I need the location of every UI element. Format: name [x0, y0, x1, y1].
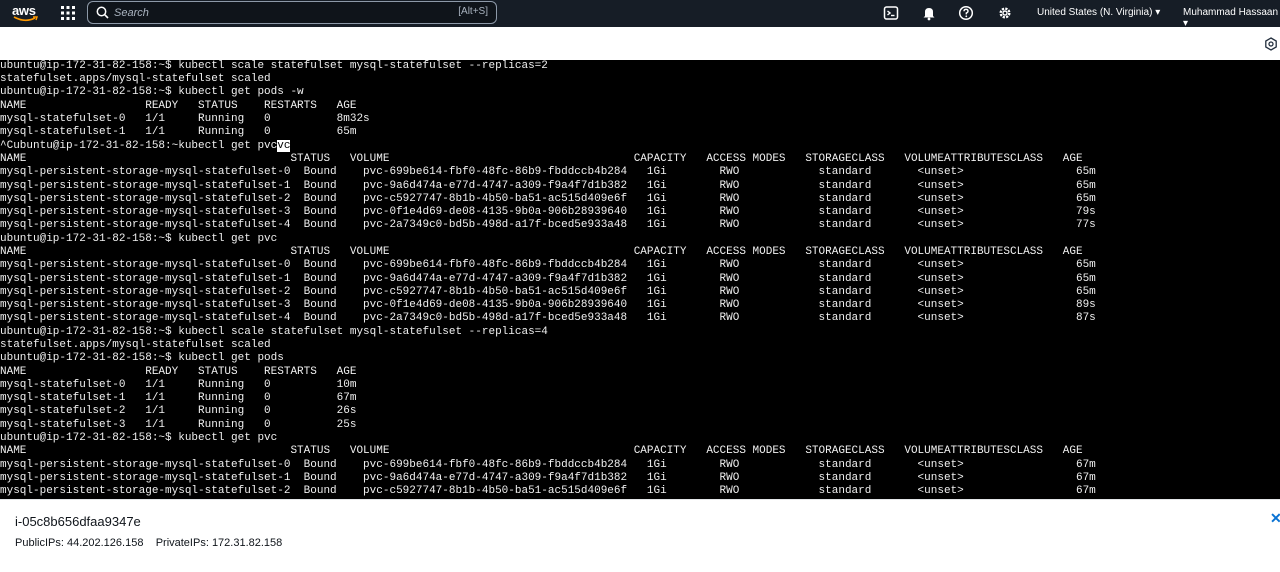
terminal-line: mysql-persistent-storage-mysql-statefuls…	[0, 485, 1096, 497]
terminal-line: mysql-persistent-storage-mysql-statefuls…	[0, 206, 1096, 218]
region-selector[interactable]: United States (N. Virginia) ▾	[1037, 7, 1160, 18]
account-menu[interactable]: Muhammad Hassaan ▾	[1183, 7, 1280, 29]
terminal-line: ubuntu@ip-172-31-82-158:~$ kubectl scale…	[0, 60, 548, 72]
terminal-line: mysql-persistent-storage-mysql-statefuls…	[0, 459, 1096, 471]
text-cursor: vc	[277, 140, 291, 152]
terminal-line: mysql-persistent-storage-mysql-statefuls…	[0, 472, 1096, 484]
instance-id: i-05c8b656dfaa9347e	[15, 514, 141, 529]
session-settings-icon[interactable]	[1264, 37, 1278, 51]
cloudshell-icon[interactable]	[883, 5, 899, 21]
terminal-line: mysql-persistent-storage-mysql-statefuls…	[0, 166, 1096, 178]
terminal-line: mysql-persistent-storage-mysql-statefuls…	[0, 312, 1096, 324]
terminal-output[interactable]: ubuntu@ip-172-31-82-158:~$ kubectl scale…	[0, 60, 1280, 499]
terminal-line: statefulset.apps/mysql-statefulset scale…	[0, 339, 271, 351]
search-shortcut-hint: [Alt+S]	[458, 6, 488, 17]
terminal-line: ubuntu@ip-172-31-82-158:~$ kubectl get p…	[0, 233, 278, 245]
terminal-line: mysql-statefulset-1 1/1 Running 0 65m	[0, 126, 357, 138]
search-icon	[96, 6, 109, 19]
terminal-line: ubuntu@ip-172-31-82-158:~$ kubectl get p…	[0, 86, 304, 98]
apps-grid-icon[interactable]	[61, 6, 75, 20]
instance-ips: PublicIPs: 44.202.126.158 PrivateIPs: 17…	[15, 537, 282, 549]
search-input[interactable]	[114, 4, 414, 21]
terminal-line: ubuntu@ip-172-31-82-158:~$ kubectl get p…	[0, 432, 278, 444]
terminal-line: ubuntu@ip-172-31-82-158:~$ kubectl get p…	[0, 352, 284, 364]
terminal-line: ^Cubuntu@ip-172-31-82-158:~kubectl get p…	[0, 140, 278, 152]
private-ip-label: PrivateIPs:	[155, 537, 209, 549]
terminal-line: NAME READY STATUS RESTARTS AGE	[0, 100, 357, 112]
aws-logo[interactable]: aws	[12, 3, 40, 23]
public-ip-value: 44.202.126.158	[66, 537, 144, 549]
terminal-line: ubuntu@ip-172-31-82-158:~$ kubectl scale…	[0, 326, 548, 338]
private-ip-value: 172.31.82.158	[211, 537, 283, 549]
terminal-line: NAME STATUS VOLUME CAPACITY ACCESS MODES…	[0, 153, 1083, 165]
terminal-line: NAME STATUS VOLUME CAPACITY ACCESS MODES…	[0, 246, 1083, 258]
terminal-line-with-cursor: ^Cubuntu@ip-172-31-82-158:~kubectl get p…	[0, 140, 291, 153]
aws-top-nav: aws [Alt+S] Unite	[0, 0, 1280, 29]
terminal-line: mysql-statefulset-2 1/1 Running 0 26s	[0, 405, 357, 417]
help-icon[interactable]	[958, 5, 974, 21]
terminal-line: mysql-persistent-storage-mysql-statefuls…	[0, 219, 1096, 231]
terminal-line: mysql-statefulset-0 1/1 Running 0 10m	[0, 379, 357, 391]
search-box[interactable]: [Alt+S]	[87, 1, 497, 24]
terminal-line: mysql-statefulset-1 1/1 Running 0 67m	[0, 392, 357, 404]
terminal-line: statefulset.apps/mysql-statefulset scale…	[0, 73, 271, 85]
terminal-line: mysql-persistent-storage-mysql-statefuls…	[0, 286, 1096, 298]
terminal-line: mysql-persistent-storage-mysql-statefuls…	[0, 299, 1096, 311]
terminal-line: NAME STATUS VOLUME CAPACITY ACCESS MODES…	[0, 445, 1083, 457]
bell-icon[interactable]	[921, 5, 937, 21]
terminal-line: mysql-persistent-storage-mysql-statefuls…	[0, 259, 1096, 271]
session-toolbar	[0, 27, 1280, 60]
gear-icon[interactable]	[997, 5, 1013, 21]
terminal-line: mysql-persistent-storage-mysql-statefuls…	[0, 273, 1096, 285]
terminal-line: mysql-persistent-storage-mysql-statefuls…	[0, 180, 1096, 192]
instance-info-panel: i-05c8b656dfaa9347e PublicIPs: 44.202.12…	[0, 499, 1280, 572]
terminal-line: mysql-persistent-storage-mysql-statefuls…	[0, 193, 1096, 205]
terminal-line: NAME READY STATUS RESTARTS AGE	[0, 366, 357, 378]
terminal-line: mysql-statefulset-3 1/1 Running 0 25s	[0, 419, 357, 431]
terminal-line: mysql-statefulset-0 1/1 Running 0 8m32s	[0, 113, 370, 125]
close-panel-icon[interactable]: ✕	[1270, 510, 1280, 527]
public-ip-label: PublicIPs:	[15, 537, 64, 549]
aws-smile-icon	[13, 16, 38, 22]
